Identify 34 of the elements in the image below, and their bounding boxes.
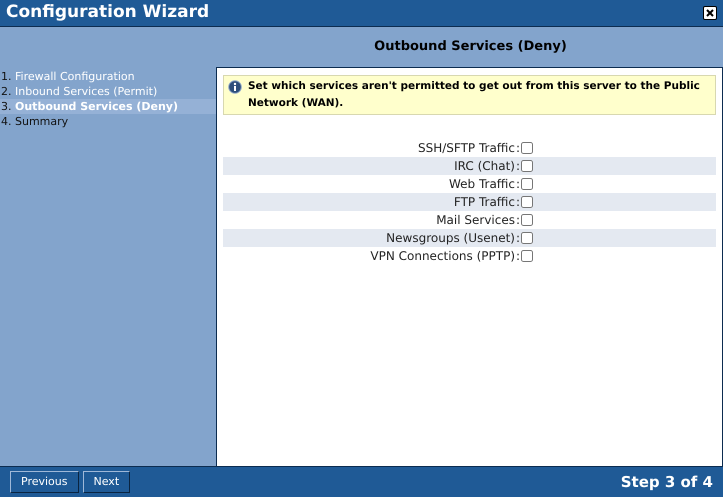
wizard-step[interactable]: 4. Summary (0, 114, 216, 129)
service-label: IRC (Chat) (454, 158, 515, 175)
service-label: VPN Connections (PPTP) (370, 248, 515, 265)
info-text: Set which services aren't permitted to get out from this server to the Public Network (WAN). (248, 79, 701, 111)
service-label: Newsgroups (Usenet) (386, 230, 515, 247)
nav-button[interactable]: Previous (10, 471, 78, 493)
service-checkbox[interactable] (521, 232, 534, 244)
separator-text: : (516, 230, 520, 247)
info-icon (228, 80, 242, 94)
separator-text: : (516, 140, 520, 157)
step-indicator: Step 3 of 4 (620, 472, 713, 493)
separator-text: : (516, 212, 520, 229)
separator-text: : (516, 248, 520, 265)
service-checkbox[interactable] (521, 178, 534, 190)
service-checkbox[interactable] (521, 142, 534, 154)
service-checkbox[interactable] (521, 160, 534, 172)
separator-text: : (516, 194, 520, 211)
window-title: Configuration Wizard (6, 1, 210, 24)
service-label: SSH/SFTP Traffic (418, 140, 515, 157)
wizard-step[interactable]: 2. Inbound Services (Permit) (0, 84, 216, 99)
nav-button[interactable]: Next (82, 471, 130, 493)
service-checkbox[interactable] (521, 250, 534, 262)
service-label: Web Traffic (448, 176, 515, 193)
service-label: FTP Traffic (454, 194, 515, 211)
service-checkbox[interactable] (521, 214, 534, 226)
wizard-step[interactable]: 1. Firewall Configuration (0, 69, 216, 84)
close-button[interactable] (703, 6, 717, 20)
wizard-step[interactable]: 3. Outbound Services (Deny) (0, 99, 216, 114)
separator-text: : (516, 158, 520, 175)
page-title: Outbound Services (Deny) (374, 38, 567, 56)
service-checkbox[interactable] (521, 196, 534, 208)
service-label: Mail Services (436, 212, 515, 229)
close-icon (705, 8, 715, 18)
separator-text: : (516, 176, 520, 193)
